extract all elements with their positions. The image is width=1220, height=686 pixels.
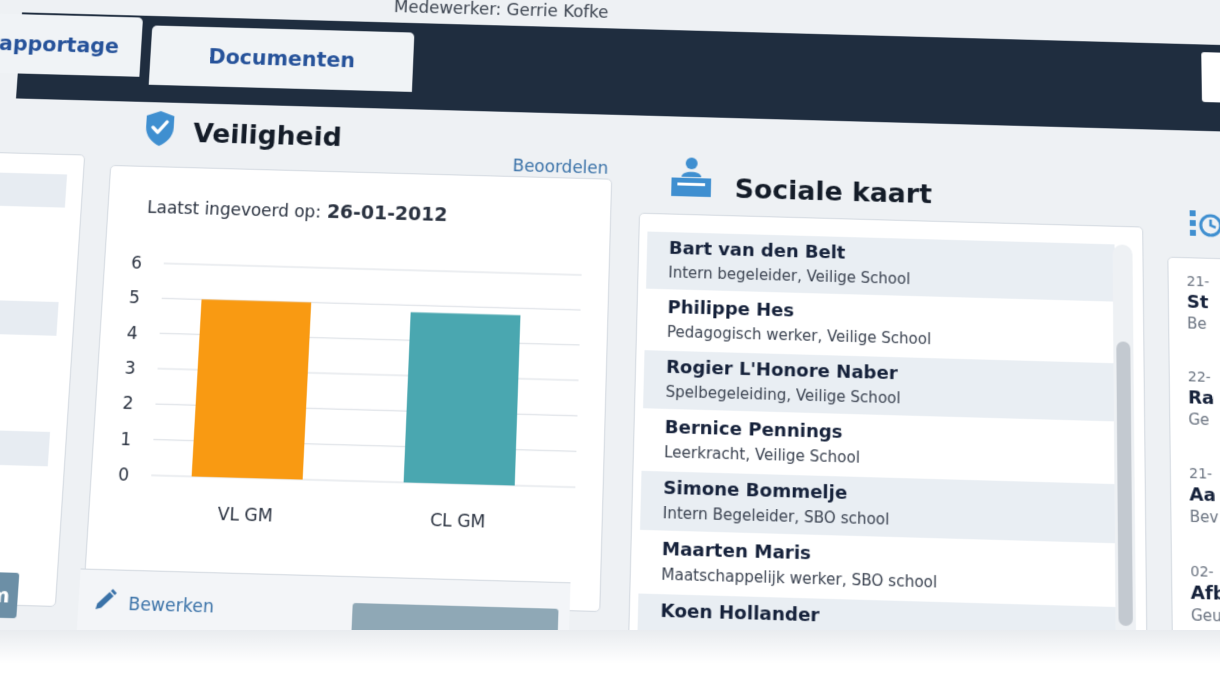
contact-name: Simone Bommelje xyxy=(663,477,848,505)
calendar-clock-icon xyxy=(1189,208,1220,242)
contact-role: Pedagogisch werker, Veilige School xyxy=(666,322,932,349)
agenda-sub: Ge xyxy=(1188,410,1210,430)
bewerken-link[interactable]: Bewerken xyxy=(128,595,215,618)
veiligheid-bar-chart: 0 1 2 3 4 5 6 VL GM CL GM xyxy=(118,252,592,532)
chart-x-tick-label: VL GM xyxy=(217,503,273,525)
agenda-sub: Geu xyxy=(1190,606,1220,626)
chart-y-tick-label: 4 xyxy=(126,322,138,342)
chart-y-tick-label: 1 xyxy=(120,428,132,449)
sociale-kaart-title: Sociale kaart xyxy=(734,174,932,210)
pencil-icon[interactable] xyxy=(92,587,118,612)
chart-y-tick-label: 2 xyxy=(122,393,134,414)
chart-y-tick-label: 6 xyxy=(131,252,143,272)
sociale-kaart-card: Bart van den Belt Intern begeleider, Vei… xyxy=(628,212,1148,630)
left-panel-button[interactable]: m xyxy=(0,571,20,619)
agenda-item[interactable]: 22- Ra Ge xyxy=(1188,369,1220,430)
agenda-date: 22- xyxy=(1187,369,1211,386)
agenda-title: Aa xyxy=(1189,484,1216,507)
window-drop-shadow xyxy=(0,630,1220,686)
contact-role: Maatschappelijk werker, SBO school xyxy=(661,565,938,592)
contact-list-scrollbar[interactable] xyxy=(1112,244,1137,630)
veiligheid-title: Veiligheid xyxy=(192,118,343,153)
contact-name: Rogier L'Honore Naber xyxy=(665,356,898,385)
chart-bar xyxy=(403,312,521,486)
contact-role: Spelbegeleiding, Veilige School xyxy=(665,382,901,408)
contact-name: Koen Hollander xyxy=(660,600,820,627)
chart-y-tick-label: 3 xyxy=(124,357,136,378)
agenda-title: Afb xyxy=(1190,582,1220,605)
app-window: Medewerker: Gerrie Kofke Rapportage Docu… xyxy=(0,0,1220,630)
contact-role: Leerkracht, Veilige School xyxy=(663,443,861,467)
contact-list-item[interactable]: Rogier L'Honore Naber Spelbegeleiding, V… xyxy=(643,350,1116,422)
left-panel-row xyxy=(0,299,59,336)
contact-name: Maarten Maris xyxy=(661,538,812,565)
contact-desk-icon xyxy=(671,157,712,198)
contact-list-item[interactable]: Maarten Maris Maatschappelijk werker, SB… xyxy=(638,532,1117,605)
agenda-item[interactable]: 02- Afb Geu xyxy=(1190,564,1220,627)
left-panel-row xyxy=(0,172,68,208)
chart-x-tick-label: CL GM xyxy=(430,509,486,531)
contact-list-item[interactable]: Simone Bommelje Intern Begeleider, SBO s… xyxy=(640,470,1117,544)
contact-list-item[interactable]: Bernice Pennings Leerkracht, Veilige Sch… xyxy=(642,410,1117,482)
contact-role: Intern begeleider, Veilige School xyxy=(668,263,911,289)
last-entered-date: 26-01-2012 xyxy=(326,201,448,226)
agenda-card: 21- St Be 22- Ra Ge 21- Aa Bev 02- Afb G… xyxy=(1167,256,1220,630)
agenda-item[interactable]: 21- Aa Bev xyxy=(1189,466,1220,528)
contact-list-item[interactable]: Bart van den Belt Intern begeleider, Vei… xyxy=(646,231,1115,302)
chart-gridline xyxy=(164,263,582,275)
contact-name: Bernice Pennings xyxy=(664,416,843,444)
contact-role: Intern Begeleider, SBO school xyxy=(662,503,890,529)
contact-name: Bart van den Belt xyxy=(668,238,846,264)
chart-y-tick-label: 5 xyxy=(128,287,140,307)
agenda-item[interactable]: 21- St Be xyxy=(1186,274,1220,334)
perspective-scene: Medewerker: Gerrie Kofke Rapportage Docu… xyxy=(0,0,1220,630)
agenda-title: Ra xyxy=(1187,387,1215,410)
contact-name: Philippe Hes xyxy=(667,297,795,322)
left-panel-card xyxy=(0,151,86,607)
top-search-box[interactable] xyxy=(1201,52,1220,104)
agenda-date: 21- xyxy=(1186,273,1210,291)
contact-list-item[interactable]: Philippe Hes Pedagogisch werker, Veilige… xyxy=(645,291,1116,362)
veiligheid-footer-button[interactable] xyxy=(350,602,559,630)
shield-check-icon xyxy=(145,110,175,147)
current-user-label: Medewerker: Gerrie Kofke xyxy=(393,0,609,23)
agenda-date: 02- xyxy=(1190,563,1214,581)
agenda-date: 21- xyxy=(1189,465,1213,483)
tab-rapportage[interactable]: Rapportage xyxy=(0,12,144,77)
agenda-sub: Bev xyxy=(1189,507,1219,527)
chart-bar xyxy=(191,299,312,480)
agenda-sub: Be xyxy=(1187,314,1207,333)
tab-documenten[interactable]: Documenten xyxy=(148,25,415,92)
chart-y-tick-label: 0 xyxy=(118,464,130,485)
scrollbar-thumb[interactable] xyxy=(1116,341,1133,627)
beoordelen-link[interactable]: Beoordelen xyxy=(512,157,608,179)
agenda-title: St xyxy=(1186,291,1209,314)
left-panel-row xyxy=(0,429,51,467)
